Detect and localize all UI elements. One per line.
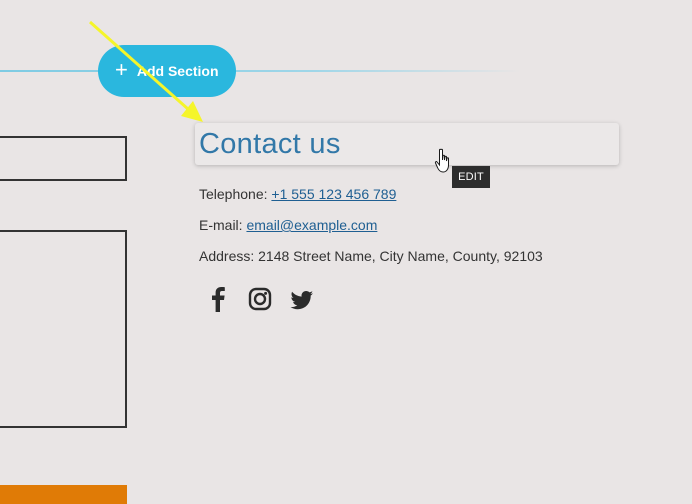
- edit-tooltip-label: EDIT: [458, 171, 484, 183]
- facebook-icon[interactable]: [206, 285, 230, 313]
- contact-heading: Contact us: [199, 127, 341, 160]
- add-section-label: Add Section: [136, 63, 219, 79]
- section-divider-line: [0, 70, 520, 72]
- email-line: E-mail: email@example.com: [199, 217, 377, 233]
- orange-button-edge[interactable]: [0, 485, 127, 504]
- address-value: 2148 Street Name, City Name, County, 921…: [258, 248, 543, 264]
- telephone-link[interactable]: +1 555 123 456 789: [271, 186, 396, 202]
- input-box-outline[interactable]: [0, 136, 127, 181]
- textarea-box-outline[interactable]: [0, 230, 127, 428]
- address-label: Address:: [199, 248, 255, 264]
- contact-heading-block[interactable]: Contact us: [195, 123, 619, 165]
- email-label: E-mail:: [199, 217, 243, 233]
- address-line: Address: 2148 Street Name, City Name, Co…: [199, 248, 543, 264]
- telephone-label: Telephone:: [199, 186, 268, 202]
- add-section-button[interactable]: + Add Section: [98, 45, 236, 97]
- telephone-line: Telephone: +1 555 123 456 789: [199, 186, 396, 202]
- social-icons: [206, 285, 314, 313]
- twitter-icon[interactable]: [290, 285, 314, 313]
- plus-icon: +: [115, 57, 128, 82]
- email-link[interactable]: email@example.com: [246, 217, 377, 233]
- edit-tooltip: EDIT: [452, 166, 490, 188]
- instagram-icon[interactable]: [248, 285, 272, 313]
- hand-pointer-cursor-icon: [434, 148, 449, 173]
